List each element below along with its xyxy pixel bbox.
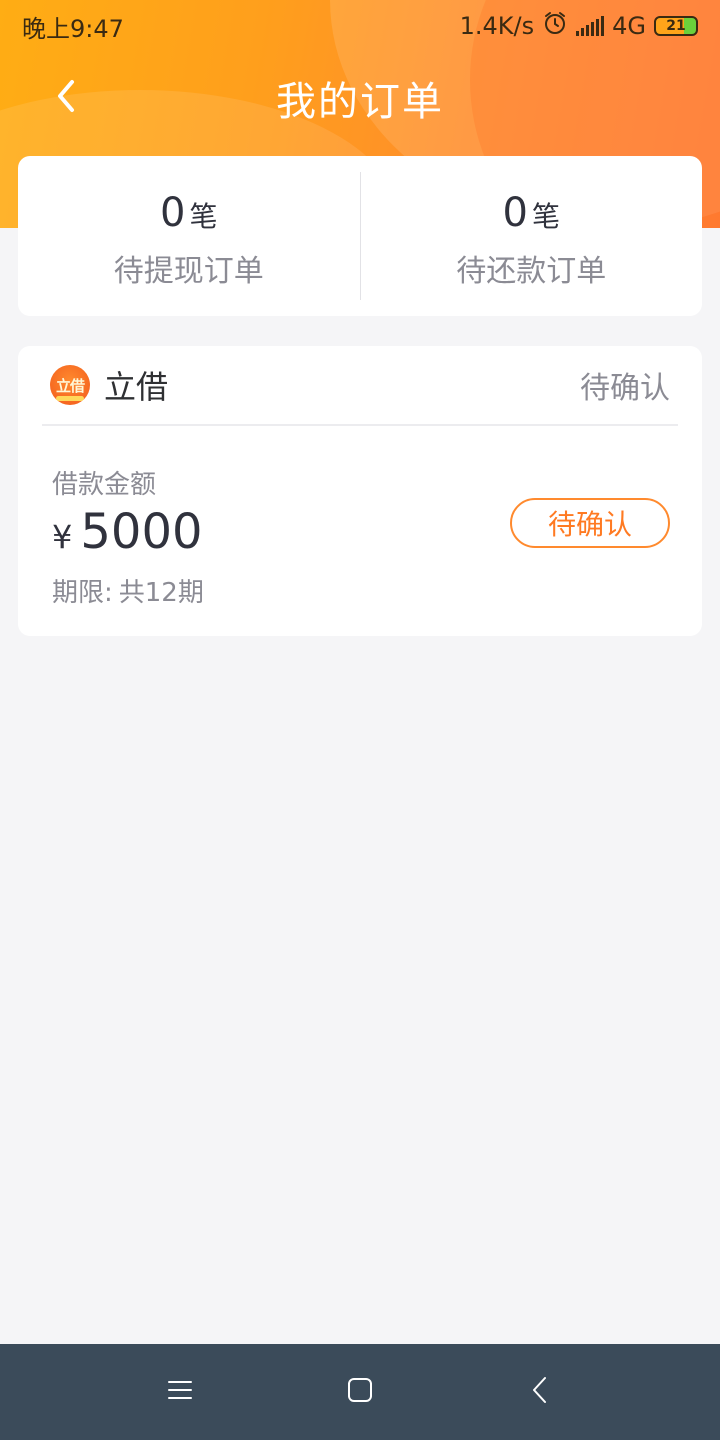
vendor-name: 立借 [104, 368, 169, 406]
network-type: 4G [612, 12, 646, 40]
confirm-button[interactable]: 待确认 [510, 498, 670, 548]
pending-withdraw-label: 待提现订单 [113, 254, 264, 289]
network-speed: 1.4K/s [459, 12, 535, 40]
loan-term-value: 共12期 [118, 578, 204, 608]
signal-icon [576, 16, 605, 36]
home-button[interactable] [330, 1362, 390, 1422]
pending-withdraw-summary[interactable]: 0 笔 待提现订单 [18, 156, 360, 316]
pending-repay-label: 待还款订单 [456, 254, 607, 289]
alarm-icon [542, 10, 568, 42]
menu-icon [167, 1378, 193, 1406]
loan-term: 期限: 共12期 [52, 572, 204, 609]
loan-amount-value: 5000 [80, 504, 203, 560]
loan-amount-label: 借款金额 [52, 470, 157, 500]
order-card-header: 立借 立借 待确认 [42, 346, 678, 426]
chevron-left-icon [52, 78, 80, 118]
system-nav-bar [0, 1344, 720, 1440]
logo-decoration [56, 396, 84, 401]
order-status: 待确认 [580, 371, 670, 406]
count-unit: 笔 [189, 200, 218, 233]
back-button[interactable] [40, 72, 92, 124]
loan-term-label: 期限: [52, 578, 113, 608]
page-title: 我的订单 [276, 79, 444, 125]
nav-bar: 我的订单 [0, 60, 720, 136]
system-back-button[interactable] [510, 1362, 570, 1422]
battery-icon: 21 [654, 16, 698, 36]
status-bar: 晚上9:47 1.4K/s 4G 21 [0, 0, 720, 52]
status-time: 晚上9:47 [22, 14, 124, 43]
pending-repay-summary[interactable]: 0 笔 待还款订单 [361, 156, 703, 316]
status-indicators: 1.4K/s 4G 21 [460, 10, 698, 42]
vendor-logo: 立借 [50, 365, 90, 405]
order-summary-card: 0 笔 待提现订单 0 笔 待还款订单 [18, 156, 702, 316]
order-card[interactable]: 立借 立借 待确认 借款金额 ¥ 5000 期限: 共12期 待确认 [18, 346, 702, 636]
vendor-logo-text: 立借 [55, 376, 85, 395]
back-icon [530, 1376, 550, 1408]
count-value: 0 [502, 190, 528, 236]
home-icon [347, 1377, 373, 1407]
currency-symbol: ¥ [52, 518, 73, 556]
pending-withdraw-count: 0 笔 [160, 190, 217, 236]
vendor: 立借 立借 [42, 362, 168, 408]
battery-level: 21 [666, 18, 686, 34]
pending-repay-count: 0 笔 [503, 190, 560, 236]
count-value: 0 [160, 190, 186, 236]
count-unit: 笔 [531, 200, 560, 233]
loan-amount: ¥ 5000 [52, 504, 203, 560]
menu-button[interactable] [150, 1362, 210, 1422]
